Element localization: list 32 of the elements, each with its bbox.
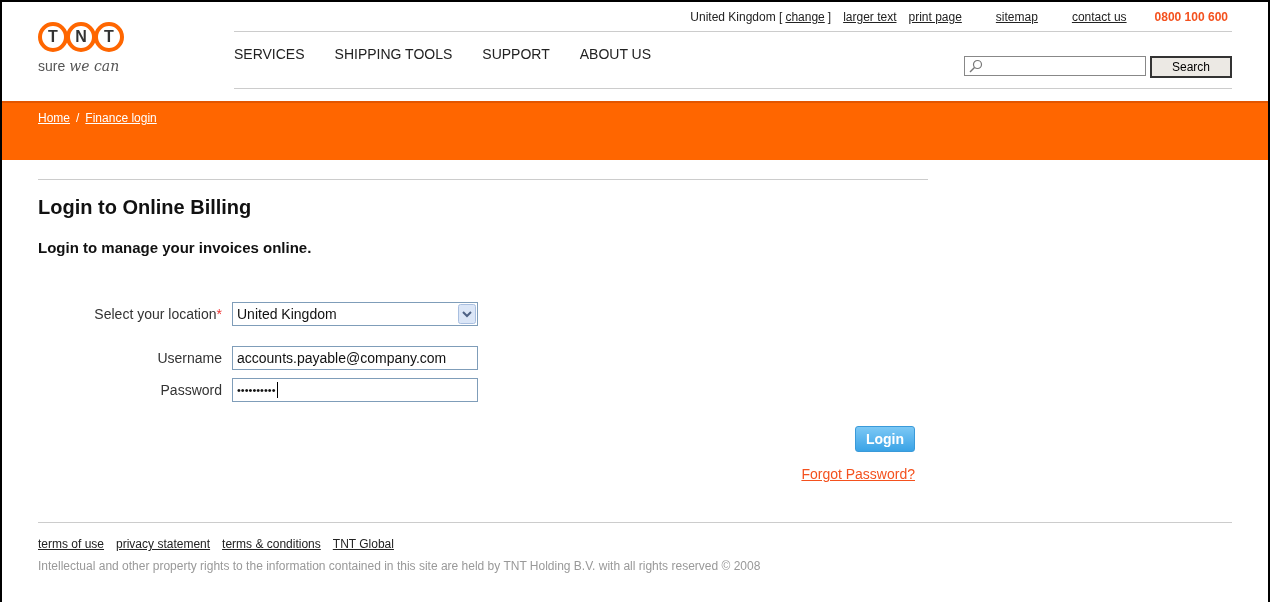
username-field[interactable]: accounts.payable@company.com [232, 346, 478, 370]
tagline: sure we can [38, 58, 121, 74]
footer-link[interactable]: TNT Global [332, 537, 394, 551]
footer-link[interactable]: terms & conditions [222, 537, 321, 551]
phone-number: 0800 100 600 [1154, 9, 1228, 24]
footer-link[interactable]: privacy statement [116, 537, 211, 551]
field-label: Password [159, 382, 222, 398]
search-icon [969, 59, 983, 73]
footer-link[interactable]: terms of use [38, 537, 105, 551]
nav-link[interactable]: SHIPPING TOOLS [334, 46, 453, 62]
page-subtitle: Login to manage your invoices online. [38, 239, 313, 256]
utility-link[interactable]: contact us [1071, 9, 1127, 24]
password-field[interactable]: •••••••••• [232, 378, 478, 402]
logo[interactable]: T N T [38, 22, 234, 52]
search-button[interactable]: Search [1150, 56, 1232, 78]
nav-link[interactable]: ABOUT US [579, 46, 652, 62]
utility-link[interactable]: print page [908, 9, 962, 24]
copyright-text: Intellectual and other property rights to the information contained in this site are held by TNT Holding B.V. with all rights reserved © 2008 [38, 559, 762, 573]
field-label: Select your location* [93, 306, 222, 322]
forgot-password-link[interactable]: Forgot Password? [801, 466, 915, 482]
search-field[interactable] [964, 56, 1146, 76]
utility-link[interactable]: larger text [843, 9, 897, 24]
field-label: Username [156, 350, 222, 366]
page-title: Login to Online Billing [38, 196, 253, 219]
change-link[interactable]: change [785, 9, 825, 24]
bracket-text: ] [827, 9, 832, 24]
breadcrumb-separator: / [76, 111, 80, 125]
location-select[interactable]: United Kingdom [232, 302, 478, 326]
utility-link[interactable]: sitemap [995, 9, 1038, 24]
nav-link[interactable]: SUPPORT [482, 46, 550, 62]
nav-link[interactable]: SERVICES [234, 46, 305, 62]
country-label: United Kingdom [ [690, 9, 783, 24]
